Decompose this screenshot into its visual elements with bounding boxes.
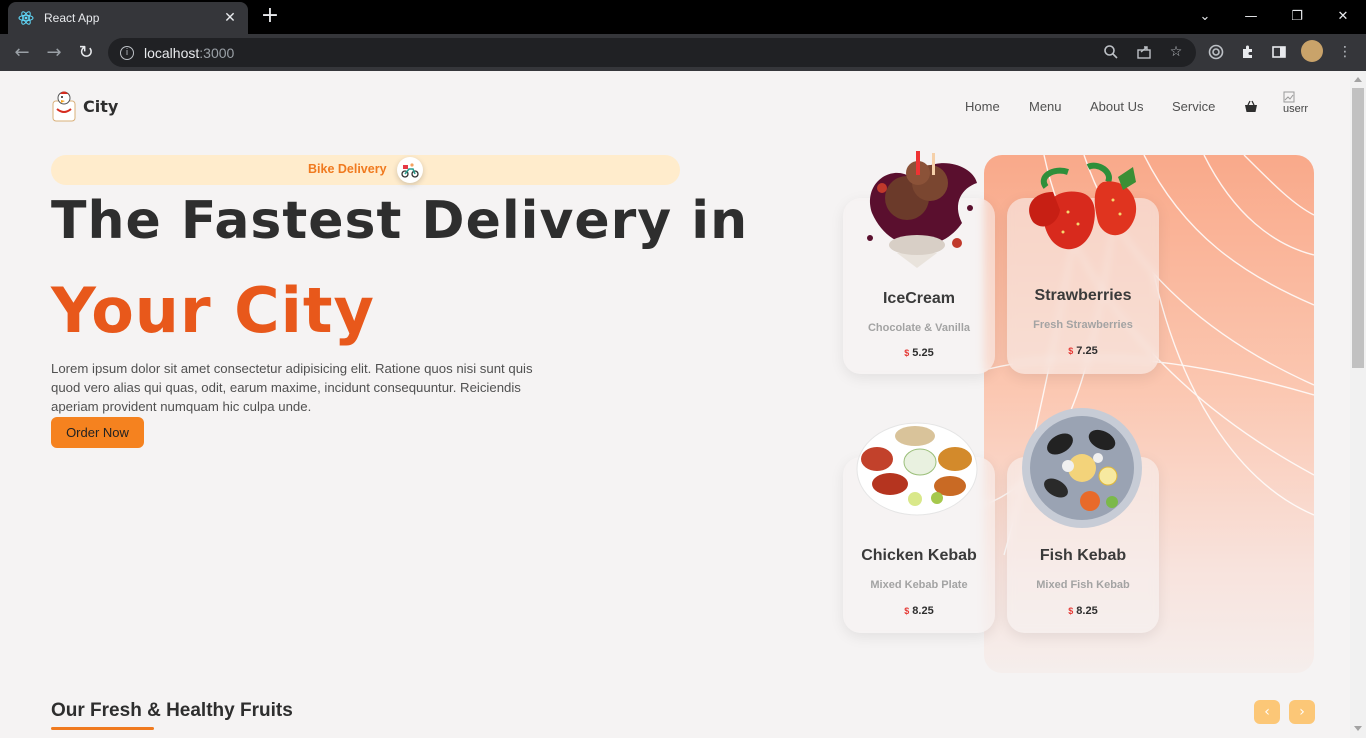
currency-symbol: $ — [904, 348, 910, 358]
price-value: 5.25 — [912, 347, 934, 359]
card-price: $7.25 — [1007, 345, 1159, 357]
nav-menu[interactable]: Menu — [1029, 99, 1062, 114]
card-title: Fish Kebab — [1039, 547, 1127, 564]
user-avatar[interactable]: userr — [1283, 91, 1319, 127]
new-tab-button[interactable]: + — [258, 5, 282, 29]
scrollbar-thumb[interactable] — [1352, 88, 1364, 368]
delivery-bike-icon — [397, 157, 423, 183]
restore-button[interactable]: ❐ — [1274, 0, 1320, 32]
zoom-icon[interactable] — [1102, 43, 1120, 61]
card-title: Strawberries — [1034, 287, 1132, 304]
hero-description: Lorem ipsum dolor sit amet consectetur a… — [51, 361, 533, 414]
tab-close-icon[interactable]: ✕ — [222, 10, 238, 26]
card-description: Mixed Kebab Plate — [870, 579, 968, 591]
nav-about-us[interactable]: About Us — [1090, 99, 1143, 114]
nav-home[interactable]: Home — [965, 99, 1000, 114]
strawberries-image — [1018, 162, 1143, 261]
carousel-next-button[interactable]: › — [1289, 700, 1315, 724]
profile-avatar-icon[interactable] — [1301, 40, 1323, 62]
avatar-alt-text: userr — [1283, 103, 1309, 115]
nav-service[interactable]: Service — [1172, 99, 1215, 114]
section-title: Our Fresh & Healthy Fruits — [51, 700, 293, 721]
page-scrollbar[interactable] — [1350, 71, 1366, 738]
card-description: Mixed Fish Kebab — [1036, 579, 1130, 591]
brand[interactable]: City — [51, 89, 118, 123]
site-info-icon[interactable]: i — [120, 45, 134, 60]
scroll-down-icon[interactable] — [1354, 726, 1362, 731]
forward-icon[interactable]: → — [42, 40, 66, 64]
react-favicon-icon — [18, 10, 34, 26]
card-description: Fresh Strawberries — [1033, 319, 1133, 331]
headline-line-2: Your City — [51, 274, 375, 347]
back-icon[interactable]: ← — [10, 40, 34, 64]
tab-search-icon[interactable]: ⌄ — [1182, 0, 1228, 32]
browser-tab-strip: React App ✕ + ⌄ — ❐ ✕ — [0, 0, 1366, 34]
shopping-basket-icon[interactable] — [1244, 99, 1258, 113]
card-price: $5.25 — [843, 347, 995, 359]
extension-circle-icon[interactable] — [1207, 43, 1225, 61]
price-value: 8.25 — [1076, 605, 1098, 617]
section-underline — [51, 727, 154, 730]
fish-kebab-image — [1020, 406, 1145, 535]
scroll-up-icon[interactable] — [1354, 77, 1362, 82]
bookmark-star-icon[interactable]: ☆ — [1167, 43, 1185, 61]
reload-icon[interactable]: ↻ — [74, 40, 98, 64]
card-description: Chocolate & Vanilla — [867, 322, 971, 334]
browser-tab[interactable]: React App ✕ — [8, 2, 248, 34]
card-title: Chicken Kebab — [861, 547, 977, 564]
currency-symbol: $ — [1068, 606, 1074, 616]
browser-toolbar: ← → ↻ i localhost :3000 ☆ ⋮ — [0, 34, 1366, 71]
carousel-prev-button[interactable]: ‹ — [1254, 700, 1280, 724]
page-viewport: City Home Menu About Us Service userr Bi… — [0, 71, 1350, 738]
browser-menu-icon[interactable]: ⋮ — [1336, 43, 1354, 61]
chef-logo-icon — [51, 89, 77, 123]
pill-label: Bike Delivery — [308, 162, 387, 176]
card-price: $8.25 — [843, 605, 995, 617]
currency-symbol: $ — [1068, 346, 1074, 356]
card-price: $8.25 — [1007, 605, 1159, 617]
side-panel-icon[interactable] — [1270, 43, 1288, 61]
bike-delivery-pill: Bike Delivery — [51, 155, 680, 185]
chicken-kebab-image — [855, 414, 980, 523]
headline-line-1: The Fastest Delivery in — [51, 191, 749, 251]
share-icon[interactable] — [1135, 43, 1153, 61]
minimize-button[interactable]: — — [1228, 0, 1274, 32]
tab-title: React App — [44, 11, 100, 25]
extensions-puzzle-icon[interactable] — [1239, 43, 1257, 61]
window-close-button[interactable]: ✕ — [1320, 0, 1366, 32]
url-port: :3000 — [199, 44, 235, 61]
card-title: IceCream — [882, 290, 956, 307]
currency-symbol: $ — [904, 606, 910, 616]
order-now-button[interactable]: Order Now — [51, 417, 144, 448]
address-bar[interactable]: i localhost :3000 — [108, 38, 1196, 67]
icecream-image — [852, 143, 982, 272]
price-value: 8.25 — [912, 605, 934, 617]
url-host: localhost — [144, 44, 200, 61]
brand-name: City — [83, 96, 119, 116]
broken-image-icon — [1283, 91, 1295, 103]
price-value: 7.25 — [1076, 345, 1098, 357]
